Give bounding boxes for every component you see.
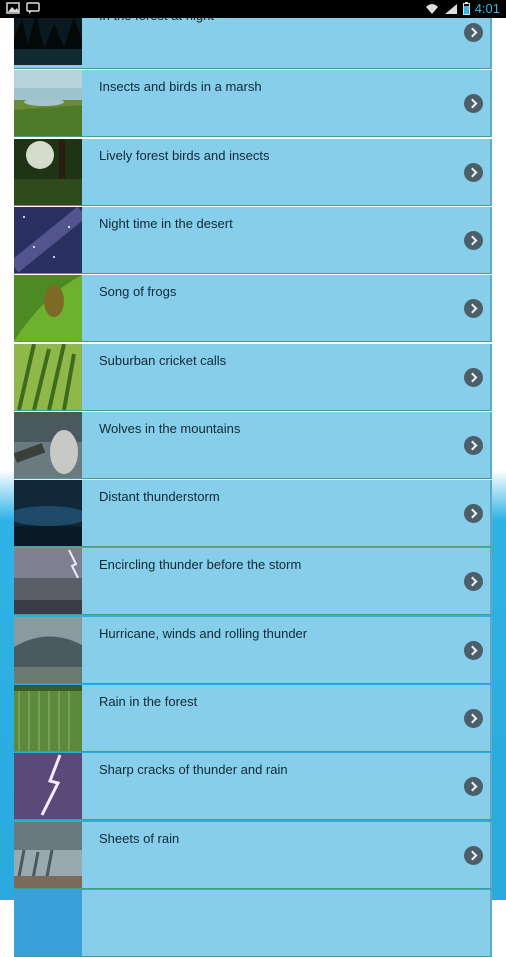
chevron-right-icon[interactable] [464,230,483,250]
list-item[interactable]: Sheets of rain [14,821,492,889]
chevron-right-icon[interactable] [464,709,483,728]
chevron-right-icon[interactable] [464,435,483,455]
sound-title: Distant thunderstorm [99,489,220,505]
thumbnail-image [14,821,82,888]
thumbnail-image [14,480,82,547]
list-item[interactable]: Encircling thunder before the storm [14,548,492,616]
signal-icon [444,3,457,14]
sound-title: Song of frogs [99,284,177,300]
thumbnail-image [14,275,82,342]
sound-title: Insects and birds in a marsh [99,79,262,95]
list-item[interactable]: Hurricane, winds and rolling thunder [14,616,492,684]
thumbnail-image [14,343,82,410]
clock: 4:01 [474,1,500,16]
sound-title: Rain in the forest [99,694,198,709]
sound-title: Wolves in the mountains [99,420,241,436]
thumbnail-image [14,685,82,751]
chevron-right-icon[interactable] [464,572,483,592]
sound-title: Lively forest birds and insects [99,147,270,163]
chevron-right-icon[interactable] [464,94,483,114]
thumbnail-image [14,138,82,205]
sound-title: Encircling thunder before the storm [99,557,302,573]
chevron-right-icon[interactable] [464,504,483,524]
thumbnail-image [14,206,82,273]
chevron-right-icon[interactable] [464,162,483,182]
status-bar: 4:01 [0,0,506,18]
chevron-right-icon[interactable] [464,23,483,42]
thumbnail-image [14,548,82,615]
list-item[interactable]: Insects and birds in a marsh [14,70,492,138]
chevron-right-icon[interactable] [464,777,483,797]
thumbnail-image [14,411,82,478]
sound-title: Hurricane, winds and rolling thunder [99,625,308,641]
battery-icon [462,2,470,15]
sound-title: Night time in the desert [99,215,233,231]
list-item[interactable]: Night time in the desert [14,206,492,274]
thumbnail-image [14,616,82,683]
list-item[interactable]: Distant thunderstorm [14,480,492,548]
list-item[interactable]: Song of frogs [14,275,492,343]
chevron-right-icon[interactable] [464,367,483,387]
chevron-right-icon[interactable] [464,640,483,660]
thumbnail-image [14,753,82,820]
list-item[interactable]: Lively forest birds and insects [14,138,492,206]
image-icon [6,2,20,14]
wifi-icon [425,3,438,14]
list-item[interactable]: Rain in the forest [14,685,492,752]
thumbnail-image [14,70,82,137]
chevron-right-icon[interactable] [464,299,483,319]
list-item[interactable]: Sharp cracks of thunder and rain [14,753,492,821]
list-item[interactable]: Suburban cricket calls [14,343,492,411]
sound-title: Suburban cricket calls [99,352,227,368]
sound-title: Sharp cracks of thunder and rain [99,762,288,778]
chevron-right-icon[interactable] [464,845,483,865]
chat-icon [26,2,40,14]
list-item[interactable]: Wolves in the mountains [14,411,492,479]
sound-title: Sheets of rain [99,830,180,846]
